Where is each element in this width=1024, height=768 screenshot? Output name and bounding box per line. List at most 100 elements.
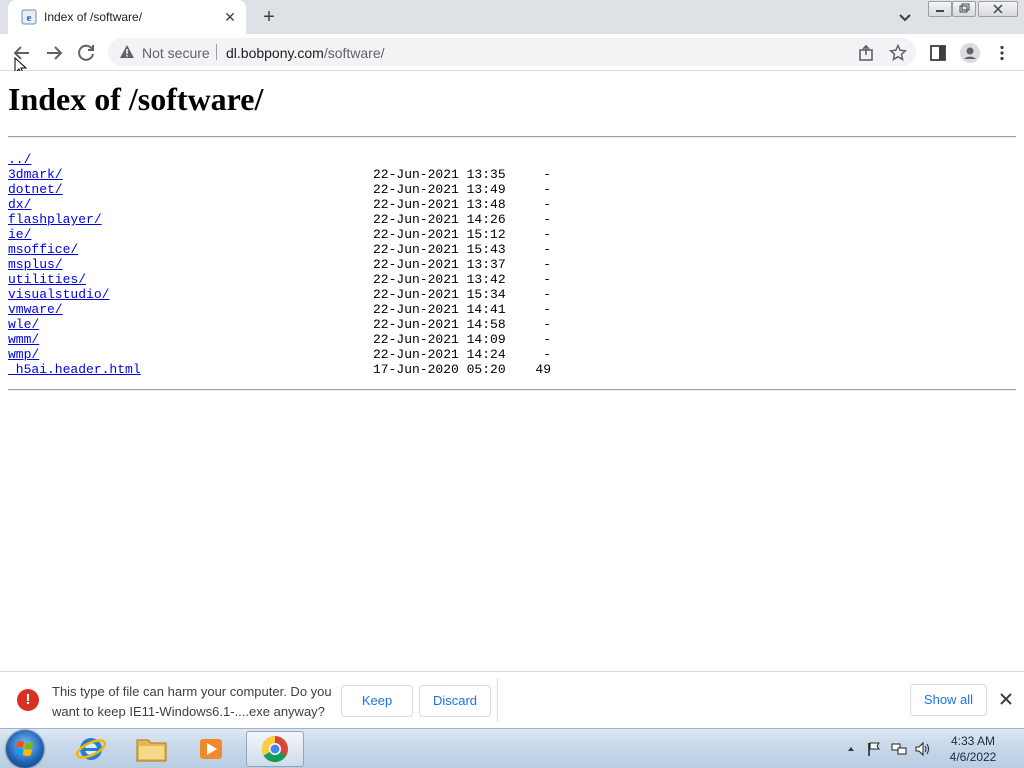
profile-avatar-icon[interactable] [960, 43, 980, 63]
share-icon[interactable] [857, 44, 875, 62]
entry-size: - [543, 212, 551, 227]
bookmark-star-icon[interactable] [889, 44, 907, 62]
close-window-button[interactable] [978, 1, 1018, 17]
network-icon[interactable] [890, 741, 908, 757]
warning-triangle-icon[interactable] [119, 44, 135, 60]
tab-close-icon[interactable]: ✕ [222, 9, 238, 25]
list-item: dx/22-Jun-2021 13:48- [8, 197, 568, 212]
entry-size: - [543, 242, 551, 257]
url-host: dl.bobpony.com [226, 45, 324, 61]
entry-size: - [543, 167, 551, 182]
entry-size: 49 [535, 362, 551, 377]
close-download-bar-icon[interactable] [997, 690, 1015, 708]
action-center-flag-icon[interactable] [866, 741, 882, 757]
entry-size: - [543, 272, 551, 287]
tab-title: Index of /software/ [44, 10, 143, 24]
clock-time: 4:33 AM [950, 734, 996, 748]
list-item: visualstudio/22-Jun-2021 15:34- [8, 287, 568, 302]
entry-size: - [543, 227, 551, 242]
start-button[interactable] [6, 730, 44, 768]
chrome-icon [261, 735, 288, 763]
danger-warning-icon: ! [17, 689, 39, 711]
entry-link[interactable]: msplus/ [8, 257, 63, 272]
page-title: Index of /software/ [8, 81, 264, 117]
list-item: wmp/22-Jun-2021 14:24- [8, 347, 568, 362]
entry-link[interactable]: ../ [8, 152, 31, 167]
address-separator [216, 44, 217, 60]
close-icon [993, 4, 1003, 14]
download-bar: ! This type of file can harm your comput… [0, 671, 1024, 728]
discard-button[interactable]: Discard [419, 685, 491, 717]
page-content: Index of /software/ ../ 3dmark/22-Jun-20… [0, 71, 1024, 671]
list-item: wle/22-Jun-2021 14:58- [8, 317, 568, 332]
media-player-icon [200, 739, 222, 759]
new-tab-button[interactable]: + [258, 6, 280, 28]
internet-explorer-icon [75, 738, 107, 760]
list-item: vmware/22-Jun-2021 14:41- [8, 302, 568, 317]
list-item: ../ [8, 152, 568, 167]
entry-link[interactable]: ie/ [8, 227, 31, 242]
entry-link[interactable]: wle/ [8, 317, 39, 332]
entry-link[interactable]: dx/ [8, 197, 31, 212]
keep-button[interactable]: Keep [341, 685, 413, 717]
entry-size: - [543, 302, 551, 317]
entry-size: - [543, 197, 551, 212]
restore-button[interactable] [952, 1, 976, 17]
download-warning-message: This type of file can harm your computer… [52, 684, 332, 719]
minimize-button[interactable] [928, 1, 952, 17]
tab-search-chevron-icon[interactable] [896, 8, 914, 26]
entry-link[interactable]: utilities/ [8, 272, 86, 287]
entry-link[interactable]: dotnet/ [8, 182, 63, 197]
list-item: msplus/22-Jun-2021 13:37- [8, 257, 568, 272]
list-item: dotnet/22-Jun-2021 13:49- [8, 182, 568, 197]
list-item: 3dmark/22-Jun-2021 13:35- [8, 167, 568, 182]
bottom-divider [8, 389, 1016, 391]
security-label[interactable]: Not secure [142, 45, 210, 61]
show-all-button[interactable]: Show all [910, 684, 987, 716]
entry-link[interactable]: vmware/ [8, 302, 63, 317]
entry-size: - [543, 287, 551, 302]
entry-link[interactable]: _h5ai.header.html [8, 362, 141, 377]
ie-favicon-icon: e [21, 9, 37, 25]
taskbar-media-player[interactable] [182, 731, 240, 767]
list-item: wmm/22-Jun-2021 14:09- [8, 332, 568, 347]
taskbar-chrome[interactable] [246, 731, 304, 767]
folder-icon [136, 739, 167, 762]
taskbar-file-explorer[interactable] [122, 731, 180, 767]
address-bar[interactable]: Not secure dl.bobpony.com/software/ [108, 38, 916, 66]
svg-text:e: e [27, 12, 32, 24]
entry-link[interactable]: wmp/ [8, 347, 39, 362]
top-divider [8, 136, 1016, 138]
list-item: utilities/22-Jun-2021 13:42- [8, 272, 568, 287]
browser-tab[interactable]: e Index of /software/ ✕ [8, 0, 246, 34]
download-separator [497, 678, 498, 722]
reload-icon[interactable] [73, 40, 99, 66]
entry-link[interactable]: visualstudio/ [8, 287, 109, 302]
entry-size: - [543, 347, 551, 362]
list-item: flashplayer/22-Jun-2021 14:26- [8, 212, 568, 227]
windows-taskbar: 4:33 AM 4/6/2022 [0, 728, 1024, 768]
minimize-icon [936, 10, 944, 12]
tab-strip: e Index of /software/ ✕ + [0, 0, 1024, 34]
taskbar-internet-explorer[interactable] [62, 731, 120, 767]
side-panel-icon[interactable] [929, 44, 947, 62]
entry-link[interactable]: wmm/ [8, 332, 39, 347]
entry-size: - [543, 317, 551, 332]
entry-size: - [543, 257, 551, 272]
list-item: _h5ai.header.html 17-Jun-2020 05:20 49 [8, 362, 568, 377]
entry-link[interactable]: msoffice/ [8, 242, 78, 257]
menu-kebab-icon[interactable] [993, 44, 1011, 62]
restore-icon [959, 3, 970, 13]
url-text[interactable]: dl.bobpony.com/software/ [226, 45, 385, 61]
entry-size: - [543, 182, 551, 197]
show-hidden-icons-icon[interactable] [846, 744, 856, 754]
windows-logo-icon [15, 741, 33, 756]
clock-date: 4/6/2022 [949, 750, 997, 764]
forward-arrow-icon[interactable] [41, 40, 67, 66]
browser-toolbar: Not secure dl.bobpony.com/software/ [0, 34, 1024, 77]
entry-link[interactable]: flashplayer/ [8, 212, 102, 227]
url-path: /software/ [323, 45, 385, 61]
entry-link[interactable]: 3dmark/ [8, 167, 63, 182]
list-item: msoffice/22-Jun-2021 15:43- [8, 242, 568, 257]
taskbar-clock[interactable]: 4:33 AM 4/6/2022 [930, 733, 1016, 765]
